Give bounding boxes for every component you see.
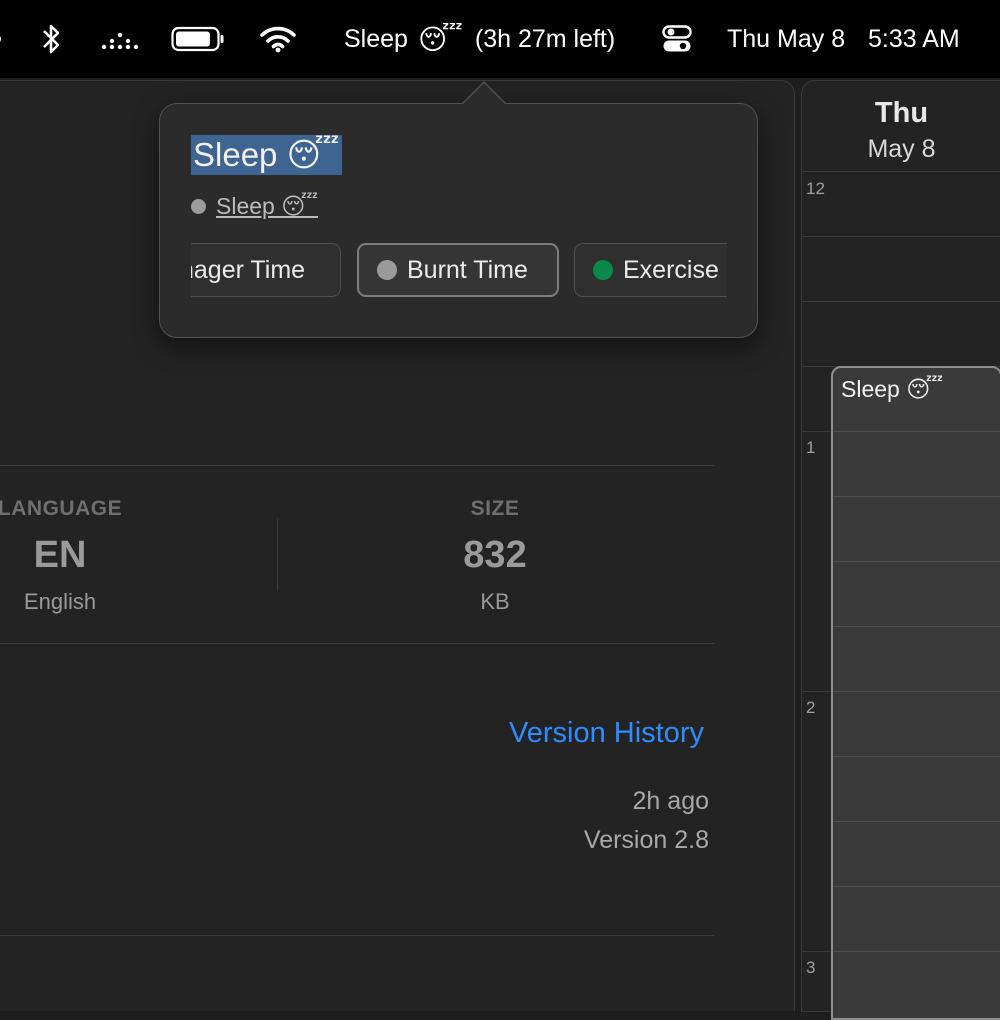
version-number: Version 2.8 bbox=[583, 826, 709, 854]
hour-label-1: 1 bbox=[806, 438, 816, 457]
calendar-chip-row: nager Time Burnt Time Exercise bbox=[191, 243, 727, 301]
event-title: Sleep 😴 bbox=[841, 376, 944, 402]
event-grid-line bbox=[833, 756, 1000, 757]
chip-color-dot bbox=[377, 260, 397, 280]
chip-label: Exercise bbox=[623, 255, 719, 284]
calendar-date: May 8 bbox=[867, 135, 936, 163]
grid-line bbox=[802, 236, 1000, 237]
calendar-link-text: Sleep 😴 bbox=[216, 193, 319, 219]
sleep-dots-icon[interactable] bbox=[100, 0, 140, 78]
menubar-date[interactable]: Thu May 8 bbox=[727, 0, 845, 78]
popover-title[interactable]: Sleep 😴 bbox=[191, 135, 342, 175]
menubar-clock[interactable]: 5:33 AM bbox=[868, 0, 960, 78]
battery-icon[interactable] bbox=[171, 0, 225, 78]
event-grid-line bbox=[833, 626, 1000, 627]
language-name: English bbox=[23, 589, 97, 614]
event-grid-line bbox=[833, 431, 1000, 432]
updated-time: 2h ago bbox=[632, 787, 709, 815]
focus-label: Sleep bbox=[344, 24, 408, 53]
bluetooth-icon[interactable] bbox=[38, 0, 64, 78]
focus-remaining: (3h 27m left) bbox=[474, 24, 616, 53]
calendar-chip-manager-time[interactable]: nager Time bbox=[191, 243, 341, 297]
divider bbox=[0, 643, 714, 644]
control-center-icon[interactable] bbox=[662, 0, 692, 78]
calendar-color-dot bbox=[191, 199, 206, 214]
calendar-chip-burnt-time[interactable]: Burnt Time bbox=[357, 243, 559, 297]
divider bbox=[0, 465, 714, 466]
chip-color-dot bbox=[593, 260, 613, 280]
calendar-chip-exercise[interactable]: Exercise bbox=[574, 243, 727, 297]
menu-bar: Sleep 😴 (3h 27m left) Thu May 8 5:33 AM bbox=[0, 0, 1000, 78]
calendar-day-view: Thu May 8 12 1 2 3 Sleep 😴 bbox=[801, 80, 1000, 1020]
chip-label: nager Time bbox=[191, 255, 306, 284]
popover-calendar-link[interactable]: Sleep 😴 bbox=[191, 193, 318, 220]
event-grid-line bbox=[833, 691, 1000, 692]
calendar-weekday: Thu bbox=[874, 97, 929, 129]
size-value: 832 bbox=[463, 534, 527, 576]
event-grid-line bbox=[833, 951, 1000, 952]
event-grid-line bbox=[833, 821, 1000, 822]
grid-line bbox=[802, 171, 1000, 172]
hour-label-12: 12 bbox=[806, 179, 825, 198]
partial-status-icon[interactable] bbox=[0, 0, 4, 78]
size-label: SIZE bbox=[470, 497, 520, 520]
wifi-icon[interactable] bbox=[260, 0, 296, 78]
chip-label: Burnt Time bbox=[407, 255, 528, 284]
sleep-calendar-event[interactable]: Sleep 😴 bbox=[831, 366, 1000, 1020]
stat-separator bbox=[277, 519, 278, 591]
focus-status-menu[interactable]: Sleep 😴 (3h 27m left) bbox=[344, 0, 615, 78]
event-grid-line bbox=[833, 496, 1000, 497]
event-grid-line bbox=[833, 561, 1000, 562]
sleeping-face-icon: 😴 bbox=[417, 23, 463, 55]
divider bbox=[0, 935, 714, 936]
hour-label-2: 2 bbox=[806, 698, 816, 717]
grid-line bbox=[802, 301, 1000, 302]
language-value: EN bbox=[33, 534, 87, 576]
language-label: LANGUAGE bbox=[0, 497, 123, 520]
hour-label-3: 3 bbox=[806, 958, 816, 977]
popover-arrow-fill bbox=[463, 83, 505, 104]
focus-popover: Sleep 😴 Sleep 😴 nager Time Burnt Time Ex… bbox=[159, 103, 758, 338]
version-history-link[interactable]: Version History bbox=[509, 717, 704, 750]
event-grid-line bbox=[833, 886, 1000, 887]
size-unit: KB bbox=[480, 589, 510, 614]
